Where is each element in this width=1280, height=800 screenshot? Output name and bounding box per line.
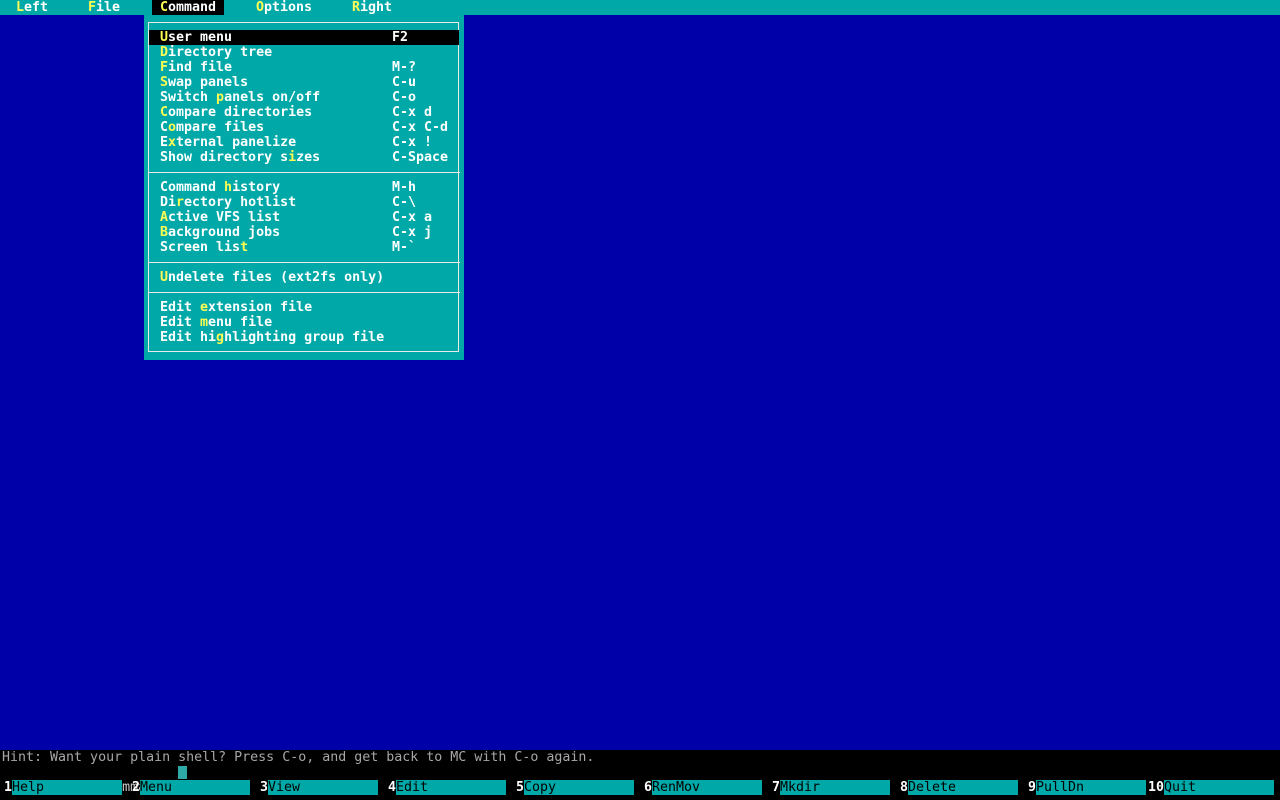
menu-item-show-directory-sizes[interactable]: Show directory sizes C-Space <box>144 150 464 165</box>
hint-line: Hint: Want your plain shell? Press C-o, … <box>2 750 595 765</box>
menu-item-shortcut: C-x j <box>392 225 433 240</box>
menu-item-find-file[interactable]: Find file M-? <box>144 60 464 75</box>
menu-item-shortcut: C-x d <box>392 105 433 120</box>
menu-item-label: Show directory sizes <box>160 150 321 165</box>
menu-item-label: Swap panels <box>160 75 249 90</box>
menu-item-undelete-files-ext2fs-only-[interactable]: Undelete files (ext2fs only) <box>144 270 464 285</box>
menu-item-compare-directories[interactable]: Compare directories C-x d <box>144 105 464 120</box>
menu-item-shortcut: M-? <box>392 60 417 75</box>
fkey-number-6: 6 <box>643 780 652 795</box>
fkey-button-edit[interactable]: Edit <box>396 780 506 795</box>
fkey-number-3: 3 <box>259 780 268 795</box>
fkey-button-pulldn[interactable]: PullDn <box>1036 780 1146 795</box>
menu-item-label: Directory tree <box>160 45 273 60</box>
menu-item-label: Find file <box>160 60 233 75</box>
menu-item-label: Directory hotlist <box>160 195 297 210</box>
menu-item-label: Edit extension file <box>160 300 313 315</box>
menu-separator <box>148 262 460 263</box>
menu-item-shortcut: C-x C-d <box>392 120 449 135</box>
menubar-item-options[interactable]: Options <box>256 0 312 15</box>
menu-item-label: Edit highlighting group file <box>160 330 385 345</box>
menu-item-label: Command history <box>160 180 281 195</box>
menu-item-label: Background jobs <box>160 225 281 240</box>
menu-item-shortcut: F2 <box>392 30 409 45</box>
menu-item-directory-hotlist[interactable]: Directory hotlist C-\ <box>144 195 464 210</box>
menubar-item-command[interactable]: Command <box>160 0 216 15</box>
menu-item-label: User menu <box>160 30 233 45</box>
fkey-button-quit[interactable]: Quit <box>1164 780 1274 795</box>
menu-item-screen-list[interactable]: Screen list M-` <box>144 240 464 255</box>
menu-item-label: Undelete files (ext2fs only) <box>160 270 385 285</box>
menu-item-shortcut: C-o <box>392 90 417 105</box>
menu-item-shortcut: C-x a <box>392 210 433 225</box>
menu-item-label: Edit menu file <box>160 315 273 330</box>
menu-item-edit-highlighting-group-file[interactable]: Edit highlighting group file <box>144 330 464 345</box>
menubar-item-right[interactable]: Right <box>352 0 392 15</box>
menu-separator <box>148 292 460 293</box>
menu-item-shortcut: M-` <box>392 240 417 255</box>
fkey-button-renmov[interactable]: RenMov <box>652 780 762 795</box>
fkey-number-8: 8 <box>899 780 908 795</box>
menu-item-edit-menu-file[interactable]: Edit menu file <box>144 315 464 330</box>
menubar-item-file[interactable]: File <box>88 0 120 15</box>
menubar-item-left[interactable]: Left <box>16 0 48 15</box>
fkey-button-menu[interactable]: Menu <box>140 780 250 795</box>
fkey-number-7: 7 <box>771 780 780 795</box>
menu-item-label: Active VFS list <box>160 210 281 225</box>
menu-item-background-jobs[interactable]: Background jobs C-x j <box>144 225 464 240</box>
terminal-cursor <box>178 766 187 779</box>
menu-item-active-vfs-list[interactable]: Active VFS list C-x a <box>144 210 464 225</box>
fkey-number-10: 10 <box>1147 780 1164 795</box>
menu-item-label: Compare files <box>160 120 265 135</box>
fkey-number-5: 5 <box>515 780 524 795</box>
menu-item-user-menu[interactable]: User menu F2 <box>144 30 464 45</box>
menu-separator <box>148 172 460 173</box>
menu-item-edit-extension-file[interactable]: Edit extension file <box>144 300 464 315</box>
fkey-button-delete[interactable]: Delete <box>908 780 1018 795</box>
menu-item-swap-panels[interactable]: Swap panels C-u <box>144 75 464 90</box>
fkey-number-1: 1 <box>3 780 12 795</box>
menu-item-switch-panels-on-off[interactable]: Switch panels on/off C-o <box>144 90 464 105</box>
menu-item-label: Compare directories <box>160 105 313 120</box>
menu-item-label: Screen list <box>160 240 249 255</box>
fkey-button-view[interactable]: View <box>268 780 378 795</box>
menu-item-command-history[interactable]: Command history M-h <box>144 180 464 195</box>
fkey-number-2: 2 <box>131 780 140 795</box>
menu-item-shortcut: C-x ! <box>392 135 433 150</box>
fkey-button-copy[interactable]: Copy <box>524 780 634 795</box>
menu-item-label: Switch panels on/off <box>160 90 321 105</box>
command-menu-dropdown: User menu F2 Directory tree Find file M-? Swa… <box>144 15 464 360</box>
fkey-button-mkdir[interactable]: Mkdir <box>780 780 890 795</box>
menu-item-compare-files[interactable]: Compare files C-x C-d <box>144 120 464 135</box>
fkey-number-4: 4 <box>387 780 396 795</box>
menu-item-shortcut: C-u <box>392 75 417 90</box>
mc-screen: LeftFileCommandOptionsRight <─ ~.[^]>.nN… <box>0 0 1280 800</box>
menu-item-label: External panelize <box>160 135 297 150</box>
command-line[interactable]: midnight@commander:~$ <box>2 765 202 795</box>
menu-bar: Left File Command Options Right <box>0 0 1280 15</box>
menu-item-shortcut: C-Space <box>392 150 449 165</box>
menu-item-directory-tree[interactable]: Directory tree <box>144 45 464 60</box>
fkey-number-9: 9 <box>1027 780 1036 795</box>
menu-item-shortcut: M-h <box>392 180 417 195</box>
menu-item-shortcut: C-\ <box>392 195 417 210</box>
fkey-button-help[interactable]: Help <box>12 780 122 795</box>
menu-item-external-panelize[interactable]: External panelize C-x ! <box>144 135 464 150</box>
